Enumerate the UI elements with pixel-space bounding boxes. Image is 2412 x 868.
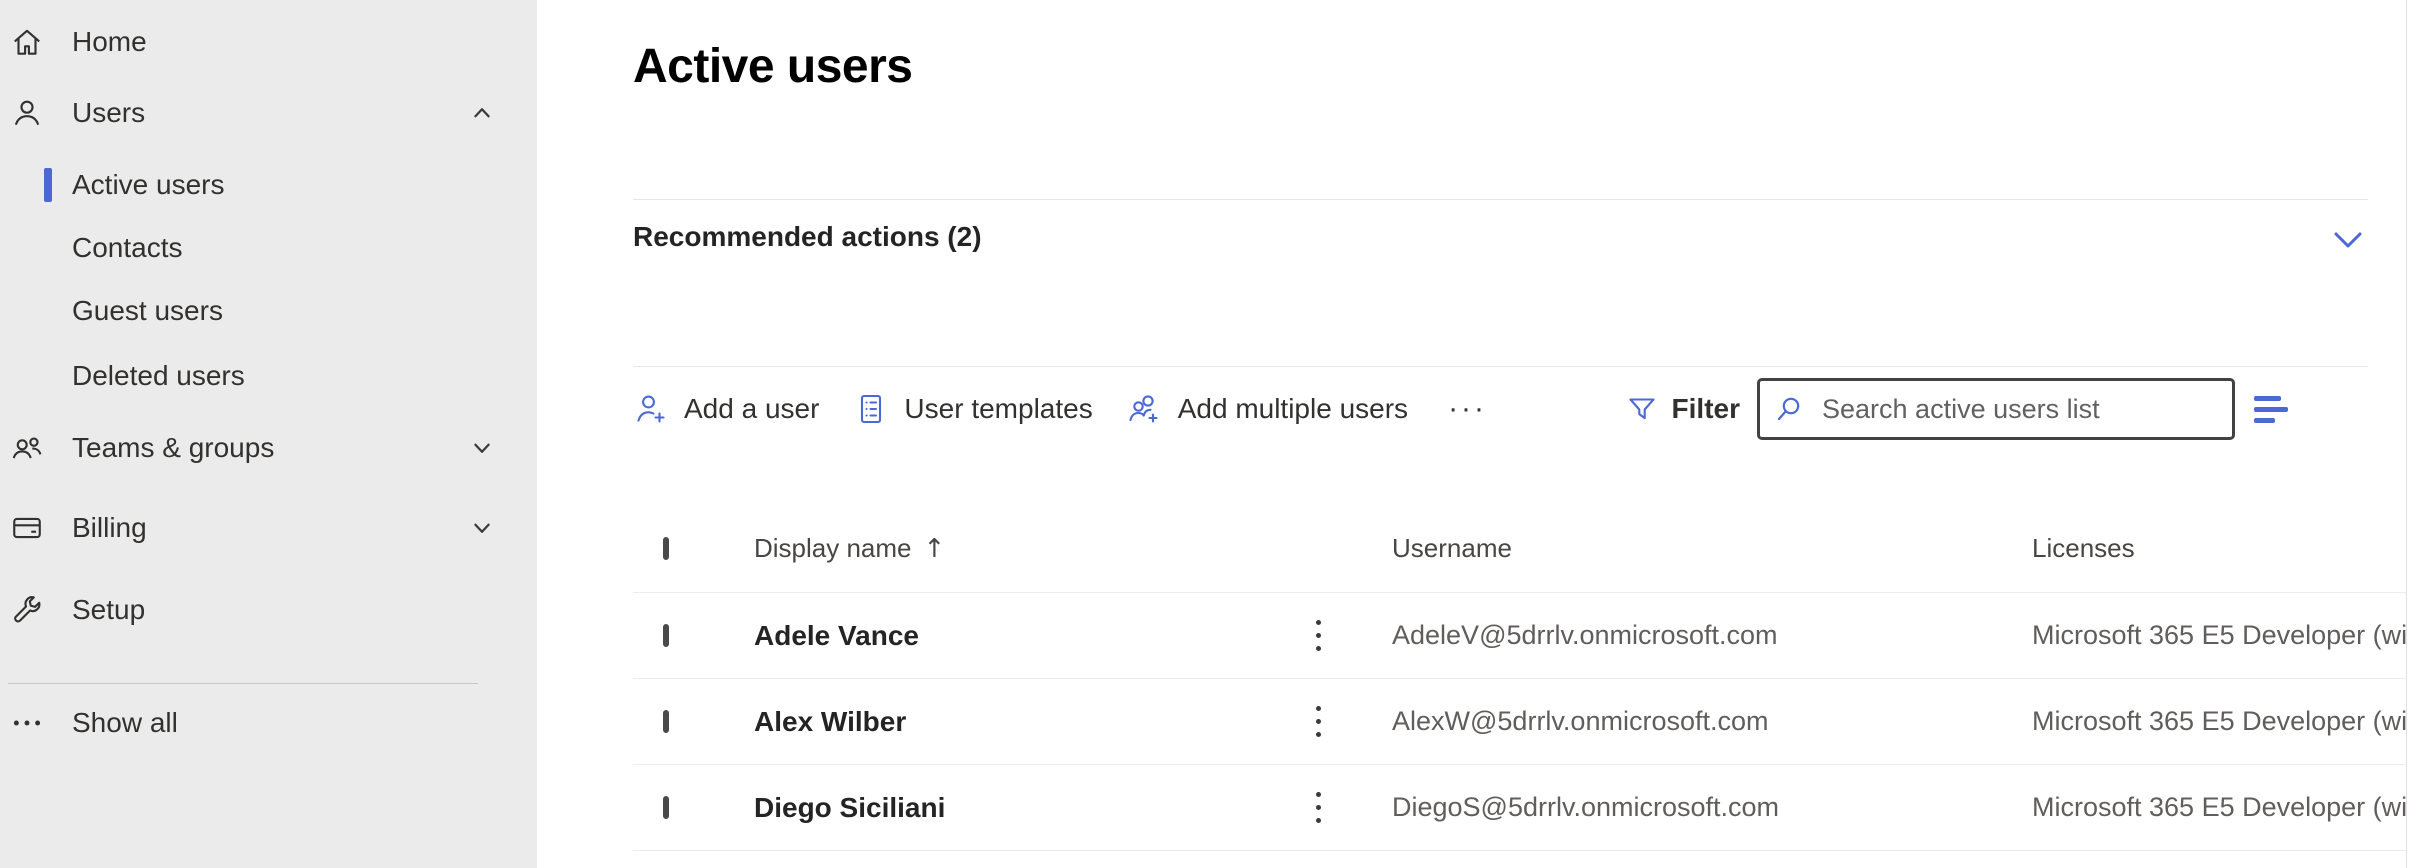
toolbar-actions: Add a user User templates Add multiple u… [633, 391, 1493, 427]
funnel-icon [1625, 392, 1659, 426]
table-header-row: Display name↑ Username Licenses [633, 505, 2406, 592]
sidebar-item-label: Contacts [72, 232, 183, 264]
sidebar-item-label: Users [72, 97, 145, 129]
sidebar-item-deleted-users[interactable]: Deleted users [0, 347, 537, 405]
add-a-user-button[interactable]: Add a user [633, 391, 819, 427]
display-name-cell[interactable]: Alex Wilber [754, 706, 1314, 738]
search-box [1757, 378, 2235, 440]
toolbar-button-label: Add a user [684, 393, 819, 425]
sidebar-item-label: Setup [72, 594, 145, 626]
username-cell: DiegoS@5drrlv.onmicrosoft.com [1392, 792, 2032, 823]
row-checkbox[interactable] [663, 796, 669, 819]
home-icon [10, 25, 44, 59]
users-table: Display name↑ Username Licenses Adele Va… [633, 505, 2406, 851]
filter-label: Filter [1672, 393, 1740, 425]
main-content: Active users Recommended actions (2) Add… [537, 0, 2412, 868]
sidebar-item-setup[interactable]: Setup [0, 581, 537, 639]
credit-card-icon [10, 511, 44, 545]
toolbar-button-label: Add multiple users [1178, 393, 1408, 425]
sort-ascending-icon: ↑ [924, 534, 946, 564]
column-header-display-name[interactable]: Display name↑ [754, 533, 1314, 564]
add-multiple-users-button[interactable]: Add multiple users [1127, 391, 1408, 427]
sidebar-item-teams-groups[interactable]: Teams & groups [0, 419, 537, 477]
person-icon [10, 96, 44, 130]
sidebar-item-home[interactable]: Home [0, 13, 537, 71]
toolbar-button-label: User templates [904, 393, 1092, 425]
sidebar-item-users[interactable]: Users [0, 84, 537, 142]
template-list-icon [853, 391, 889, 427]
row-checkbox[interactable] [663, 624, 669, 647]
sidebar-item-contacts[interactable]: Contacts [0, 219, 537, 277]
more-actions-button[interactable]: ··· [1442, 392, 1493, 426]
row-checkbox[interactable] [663, 710, 669, 733]
column-header-username[interactable]: Username [1392, 533, 2032, 564]
column-header-licenses[interactable]: Licenses [2032, 533, 2406, 564]
people-add-icon [1127, 391, 1163, 427]
toolbar-right: Filter [1625, 378, 2290, 440]
ellipsis-icon [10, 706, 44, 740]
chevron-down-icon[interactable] [2328, 220, 2368, 260]
person-add-icon [633, 391, 669, 427]
table-row[interactable]: Alex Wilber AlexW@5drrlv.onmicrosoft.com… [633, 679, 2406, 765]
chevron-up-icon [467, 98, 497, 128]
chevron-down-icon [467, 433, 497, 463]
scrollbar-track[interactable] [2406, 0, 2412, 868]
sidebar-item-label: Billing [72, 512, 147, 544]
sidebar-item-label: Show all [72, 707, 178, 739]
row-more-actions-button[interactable] [1314, 614, 1392, 657]
page-title: Active users [633, 36, 2412, 98]
sidebar-item-label: Teams & groups [72, 432, 274, 464]
chevron-down-icon [467, 513, 497, 543]
sidebar-item-label: Home [72, 26, 147, 58]
people-icon [10, 431, 44, 465]
display-name-cell[interactable]: Adele Vance [754, 620, 1314, 652]
sidebar-item-label: Deleted users [72, 360, 245, 392]
sidebar-item-show-all[interactable]: Show all [0, 694, 537, 752]
user-templates-button[interactable]: User templates [853, 391, 1092, 427]
toolbar: Add a user User templates Add multiple u… [633, 367, 2290, 451]
username-cell: AdeleV@5drrlv.onmicrosoft.com [1392, 620, 2032, 651]
recommended-actions-section: Recommended actions (2) [633, 200, 2368, 366]
recommended-actions-heading: Recommended actions (2) [633, 220, 982, 254]
sort-lines-icon[interactable] [2252, 392, 2290, 427]
licenses-cell: Microsoft 365 E5 Developer (withou [2032, 620, 2406, 651]
licenses-cell: Microsoft 365 E5 Developer (withou [2032, 792, 2406, 823]
display-name-cell[interactable]: Diego Siciliani [754, 792, 1314, 824]
search-input[interactable] [1757, 378, 2235, 440]
table-row[interactable]: Adele Vance AdeleV@5drrlv.onmicrosoft.co… [633, 593, 2406, 679]
sidebar-item-active-users[interactable]: Active users [0, 156, 537, 214]
selected-indicator [44, 168, 52, 202]
sidebar-item-label: Guest users [72, 295, 223, 327]
sidebar-item-guest-users[interactable]: Guest users [0, 282, 537, 340]
table-row[interactable]: Diego Siciliani DiegoS@5drrlv.onmicrosof… [633, 765, 2406, 851]
wrench-icon [10, 593, 44, 627]
sidebar-item-label: Active users [72, 169, 225, 201]
sidebar-item-billing[interactable]: Billing [0, 499, 537, 557]
row-more-actions-button[interactable] [1314, 786, 1392, 829]
filter-button[interactable]: Filter [1625, 392, 1740, 426]
row-more-actions-button[interactable] [1314, 700, 1392, 743]
username-cell: AlexW@5drrlv.onmicrosoft.com [1392, 706, 2032, 737]
sidebar-divider [8, 683, 478, 684]
sidebar-nav: Home Users Active users Contacts Guest u… [0, 0, 537, 868]
licenses-cell: Microsoft 365 E5 Developer (withou [2032, 706, 2406, 737]
select-all-checkbox[interactable] [663, 537, 669, 560]
